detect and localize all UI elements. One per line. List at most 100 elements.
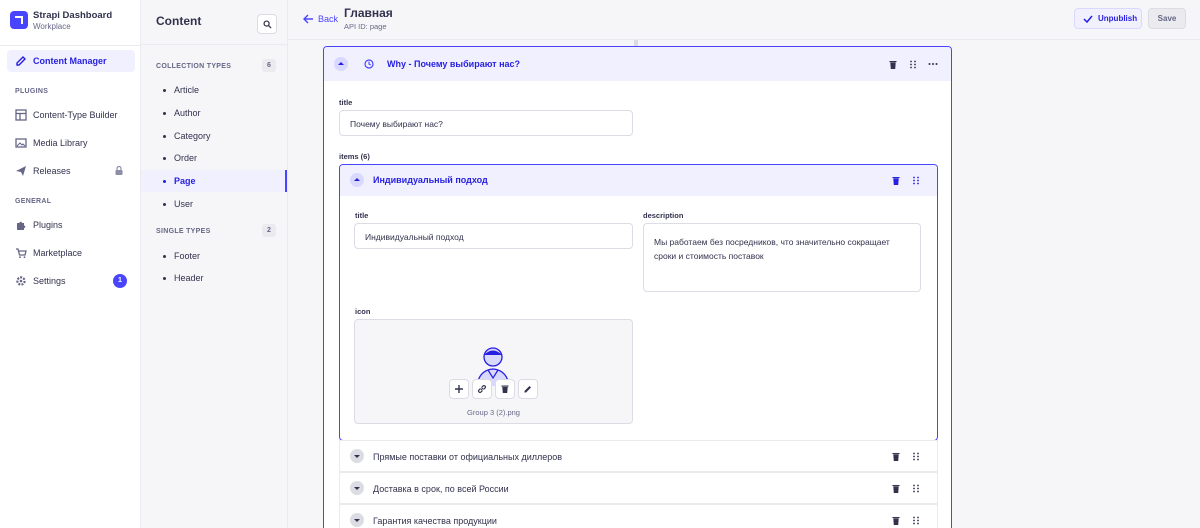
subnav-item-page[interactable]: Page: [141, 170, 287, 192]
more-icon[interactable]: [928, 62, 938, 66]
save-button[interactable]: Save: [1148, 8, 1186, 29]
pencil-icon: [16, 56, 26, 66]
check-icon: [1083, 15, 1093, 24]
subnav-item-order[interactable]: Order: [141, 147, 287, 169]
bullet: [163, 112, 166, 115]
title-field-label: title: [339, 98, 353, 107]
bullet: [163, 203, 166, 206]
api-id: API ID: page: [344, 22, 387, 31]
page-title: Главная: [344, 6, 393, 20]
lock-icon: [115, 166, 123, 175]
media-toolbar: [449, 379, 542, 401]
component-panel: Why - Почему выбирают нас? title Почему …: [323, 46, 952, 528]
subnav-item-label: User: [174, 199, 194, 209]
layout-icon: [15, 109, 27, 121]
nav-divider: [0, 45, 140, 46]
subnav-title: Content: [156, 14, 202, 28]
nav-item-content-type-builder[interactable]: Content-Type Builder: [7, 104, 135, 126]
back-label: Back: [318, 14, 339, 24]
subnav-item-user[interactable]: User: [141, 193, 287, 215]
items-label: items (6): [339, 152, 370, 161]
drag-handle-icon[interactable]: [912, 516, 920, 525]
bullet: [163, 180, 166, 183]
collection-types-count: 6: [262, 59, 276, 72]
single-types-count: 2: [262, 224, 276, 237]
strapi-logo-icon: [10, 11, 28, 29]
gear-icon: [16, 276, 26, 286]
unpublish-button[interactable]: Unpublish: [1074, 8, 1142, 29]
expand-chevron-icon[interactable]: [350, 481, 364, 495]
repeatable-item[interactable]: Гарантия качества продукции: [339, 504, 938, 528]
subnav-item-label: Page: [174, 176, 196, 186]
media-preview[interactable]: Group 3 (2).png: [354, 319, 633, 424]
nav-item-releases[interactable]: Releases: [7, 160, 135, 182]
clock-icon: [364, 59, 374, 69]
settings-badge: 1: [113, 274, 127, 288]
drag-handle-icon[interactable]: [912, 176, 920, 185]
subnav-item-label: Article: [174, 85, 200, 95]
nav-item-plugins[interactable]: Plugins: [7, 214, 135, 236]
link-icon: [478, 385, 486, 393]
trash-icon[interactable]: [892, 176, 900, 185]
expand-chevron-icon[interactable]: [350, 513, 364, 527]
nav-item-settings[interactable]: Settings 1: [7, 270, 135, 292]
subnav-item-article[interactable]: Article: [141, 79, 287, 101]
nav-item-label: Releases: [33, 166, 71, 176]
component-header[interactable]: Why - Почему выбирают нас?: [324, 47, 951, 81]
subnav-item-footer[interactable]: Footer: [141, 245, 287, 267]
brand-subtitle: Workplace: [33, 22, 71, 31]
trash-icon[interactable]: [892, 452, 900, 461]
nav-item-label: Content-Type Builder: [33, 110, 118, 120]
subnav-item-label: Footer: [174, 251, 201, 261]
nav-item-label: Marketplace: [33, 248, 83, 258]
add-media-button[interactable]: [449, 379, 469, 399]
subnav-item-label: Header: [174, 273, 204, 283]
edit-media-button[interactable]: [518, 379, 538, 399]
title-input-value: Почему выбирают нас?: [350, 119, 443, 129]
subnav-item-label: Order: [174, 153, 198, 163]
arrow-left-icon: [303, 14, 313, 24]
subnav-item-author[interactable]: Author: [141, 102, 287, 124]
trash-icon[interactable]: [889, 60, 897, 69]
image-icon: [15, 138, 27, 148]
component-title: Why - Почему выбирают нас?: [387, 59, 521, 69]
subnav-item-label: Category: [174, 131, 211, 141]
item-title-label: title: [355, 211, 369, 220]
description-textarea[interactable]: Мы работаем без посредников, что значите…: [643, 223, 921, 292]
nav-item-label: Plugins: [33, 220, 63, 230]
drag-handle-icon[interactable]: [912, 484, 920, 493]
subnav-search-button[interactable]: [257, 14, 277, 34]
item-title-input[interactable]: Индивидуальный подход: [354, 223, 633, 249]
nav-item-content-manager[interactable]: Content Manager: [7, 50, 135, 72]
unpublish-label: Unpublish: [1098, 14, 1138, 23]
nav-item-media-library[interactable]: Media Library: [7, 132, 135, 154]
trash-icon[interactable]: [892, 484, 900, 493]
brand[interactable]: Strapi Dashboard Workplace: [8, 8, 133, 38]
trash-icon[interactable]: [892, 516, 900, 525]
content-subnav: Content COLLECTION TYPES 6 Article Autho…: [141, 0, 288, 528]
subnav-item-header[interactable]: Header: [141, 267, 287, 289]
item-header[interactable]: Индивидуальный подход: [340, 165, 937, 196]
collapse-chevron-icon[interactable]: [350, 173, 364, 187]
subnav-divider: [141, 44, 287, 45]
delete-media-button[interactable]: [495, 379, 515, 399]
title-input[interactable]: Почему выбирают нас?: [339, 110, 633, 136]
drag-handle-icon[interactable]: [909, 60, 917, 69]
repeatable-item[interactable]: Доставка в срок, по всей России: [339, 472, 938, 504]
bullet: [163, 255, 166, 258]
paper-plane-icon: [16, 166, 26, 176]
item-title: Индивидуальный подход: [373, 175, 488, 185]
repeatable-item[interactable]: Прямые поставки от официальных диллеров: [339, 440, 938, 472]
trash-icon: [501, 385, 509, 393]
expand-chevron-icon[interactable]: [350, 449, 364, 463]
plus-icon: [455, 385, 463, 393]
collapse-chevron-icon[interactable]: [334, 57, 348, 71]
drag-handle-icon[interactable]: [912, 452, 920, 461]
bullet: [163, 135, 166, 138]
subnav-item-category[interactable]: Category: [141, 125, 287, 147]
item-title: Прямые поставки от официальных диллеров: [373, 452, 563, 462]
icon-field-label: icon: [355, 307, 371, 316]
repeatable-item-expanded: Индивидуальный подход title Индивидуальн…: [339, 164, 938, 441]
copy-link-button[interactable]: [472, 379, 492, 399]
nav-item-marketplace[interactable]: Marketplace: [7, 242, 135, 264]
